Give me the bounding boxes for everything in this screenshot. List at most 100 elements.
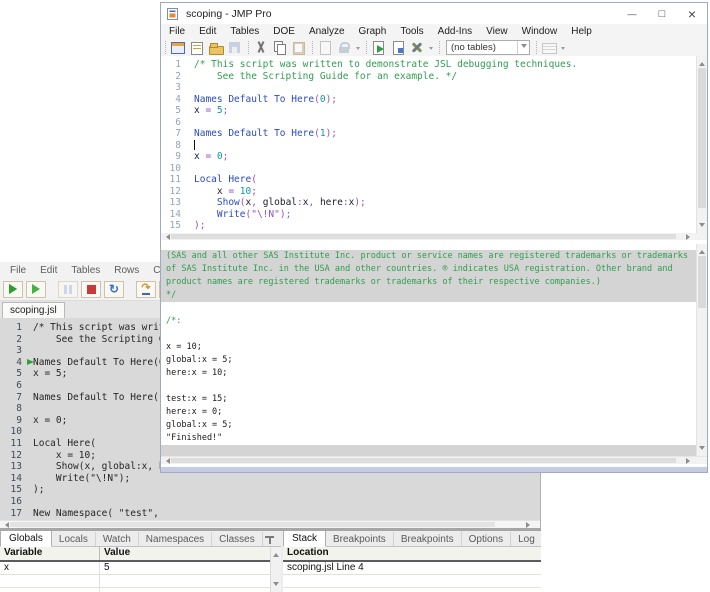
tab-options[interactable]: Options bbox=[462, 532, 511, 546]
table-cell bbox=[283, 588, 541, 592]
scroll-up-icon[interactable] bbox=[699, 59, 705, 66]
pause-icon bbox=[58, 281, 78, 298]
menu-window[interactable]: Window bbox=[515, 26, 565, 37]
tab-watch[interactable]: Watch bbox=[96, 532, 139, 546]
table-row[interactable] bbox=[0, 588, 281, 592]
log-hscrollbar[interactable] bbox=[161, 456, 707, 464]
go-icon[interactable] bbox=[3, 281, 23, 298]
code-text: /* This script was written to demonstrat… bbox=[186, 59, 577, 71]
scrollbar-thumb[interactable] bbox=[10, 522, 495, 527]
code-text: Local Here( bbox=[186, 174, 257, 186]
chevron-down-icon[interactable] bbox=[517, 41, 529, 54]
log-vscrollbar[interactable] bbox=[696, 244, 707, 456]
scroll-right-icon[interactable] bbox=[686, 234, 693, 240]
titlebar[interactable]: scoping - JMP Pro bbox=[161, 3, 707, 24]
scrollbar-thumb[interactable] bbox=[698, 68, 706, 208]
scroll-up-icon[interactable] bbox=[273, 550, 279, 557]
table-row[interactable] bbox=[283, 575, 541, 588]
variables-table-scrollbar[interactable] bbox=[270, 547, 281, 592]
scroll-down-icon[interactable] bbox=[699, 446, 705, 453]
maximize-icon[interactable] bbox=[647, 3, 677, 24]
tab-classes[interactable]: Classes bbox=[212, 532, 263, 546]
debugger-editor-hscrollbar[interactable] bbox=[0, 520, 540, 528]
editor-vscrollbar[interactable] bbox=[696, 56, 707, 233]
scroll-up-icon[interactable] bbox=[699, 247, 705, 254]
reset-icon[interactable] bbox=[104, 281, 124, 298]
menu-tables[interactable]: Tables bbox=[64, 265, 107, 276]
code-line: 12 x = 10; bbox=[161, 186, 696, 198]
code-line: 3 bbox=[161, 82, 696, 94]
new-data-table-icon[interactable] bbox=[189, 40, 206, 55]
scroll-left-icon[interactable] bbox=[163, 234, 170, 240]
scrollbar-thumb[interactable] bbox=[171, 458, 676, 463]
toolbar-overflow-icon[interactable] bbox=[560, 41, 567, 54]
paste-icon bbox=[291, 40, 308, 55]
table-row[interactable] bbox=[0, 575, 281, 588]
pin-icon[interactable] bbox=[265, 535, 274, 544]
table-row[interactable]: scoping.jsl Line 4 bbox=[283, 562, 541, 575]
variables-table: VariableValuex5 bbox=[0, 547, 281, 592]
toolbar-overflow-icon[interactable] bbox=[355, 41, 362, 54]
table-header-row: VariableValue bbox=[0, 547, 281, 562]
journal-icon bbox=[317, 40, 334, 55]
scrollbar-thumb[interactable] bbox=[171, 234, 676, 239]
menu-tables[interactable]: Tables bbox=[223, 26, 266, 37]
run-script-icon[interactable] bbox=[371, 40, 388, 55]
table-row[interactable] bbox=[283, 588, 541, 592]
scroll-down-icon[interactable] bbox=[699, 223, 705, 230]
new-script-icon[interactable] bbox=[390, 40, 407, 55]
variables-panel-tabs: GlobalsLocalsWatchNamespacesClasses bbox=[0, 531, 281, 547]
toolbar-overflow-icon[interactable] bbox=[428, 41, 435, 54]
scroll-right-icon[interactable] bbox=[686, 458, 693, 464]
menu-add-ins[interactable]: Add-Ins bbox=[431, 26, 479, 37]
code-line: 9x = 0; bbox=[161, 151, 696, 163]
code-text: x = 10; bbox=[26, 450, 96, 462]
tab-scoping-jsl[interactable]: scoping.jsl bbox=[2, 302, 65, 318]
tab-namespaces[interactable]: Namespaces bbox=[139, 532, 212, 546]
menu-analyze[interactable]: Analyze bbox=[302, 26, 352, 37]
menu-help[interactable]: Help bbox=[564, 26, 599, 37]
copy-icon[interactable] bbox=[272, 40, 289, 55]
menu-doe[interactable]: DOE bbox=[266, 26, 302, 37]
tab-globals[interactable]: Globals bbox=[0, 531, 52, 547]
menu-file[interactable]: File bbox=[162, 26, 192, 37]
stop-icon[interactable] bbox=[81, 281, 101, 298]
code-line: 4Names Default To Here(0); bbox=[161, 94, 696, 106]
close-icon[interactable] bbox=[677, 3, 707, 24]
table-list-combo[interactable]: (no tables) bbox=[446, 40, 530, 55]
line-number: 7 bbox=[0, 392, 26, 404]
menu-edit[interactable]: Edit bbox=[33, 265, 64, 276]
code-line: 16 bbox=[0, 496, 540, 508]
run-icon[interactable] bbox=[26, 281, 46, 298]
cut-icon[interactable] bbox=[253, 40, 270, 55]
menu-view[interactable]: View bbox=[479, 26, 515, 37]
tab-data-breakpoints[interactable]: Data Breakpoints bbox=[394, 531, 462, 546]
tab-locals[interactable]: Locals bbox=[52, 532, 96, 546]
code-text: See the Scripting Guide for an example. … bbox=[186, 71, 457, 83]
table-row[interactable]: x5 bbox=[0, 562, 281, 575]
menu-graph[interactable]: Graph bbox=[352, 26, 394, 37]
step-over-icon[interactable] bbox=[136, 281, 156, 298]
menu-rows[interactable]: Rows bbox=[107, 265, 146, 276]
line-number: 8 bbox=[0, 403, 26, 415]
line-number: 2 bbox=[161, 71, 186, 83]
log-line: x = 10; bbox=[161, 341, 696, 354]
menu-tools[interactable]: Tools bbox=[393, 26, 430, 37]
tools-icon[interactable] bbox=[409, 40, 426, 55]
line-number: 6 bbox=[161, 117, 186, 129]
tab-log[interactable]: Log bbox=[511, 532, 541, 546]
open-icon[interactable] bbox=[208, 40, 225, 55]
scrollbar-thumb[interactable] bbox=[698, 256, 706, 308]
menu-file[interactable]: File bbox=[3, 265, 33, 276]
new-journal-icon[interactable] bbox=[170, 40, 187, 55]
line-number: 15 bbox=[161, 220, 186, 232]
scroll-down-icon[interactable] bbox=[273, 582, 279, 589]
menu-edit[interactable]: Edit bbox=[192, 26, 223, 37]
tab-breakpoints[interactable]: Breakpoints bbox=[326, 532, 394, 546]
script-editor[interactable]: 1/* This script was written to demonstra… bbox=[161, 56, 696, 233]
minimize-icon[interactable] bbox=[617, 3, 647, 24]
tab-call-stack[interactable]: Call Stack bbox=[283, 531, 326, 547]
log-output[interactable]: (SAS and all other SAS Institute Inc. pr… bbox=[161, 244, 696, 456]
scroll-left-icon[interactable] bbox=[163, 458, 170, 464]
editor-hscrollbar[interactable] bbox=[161, 233, 707, 240]
